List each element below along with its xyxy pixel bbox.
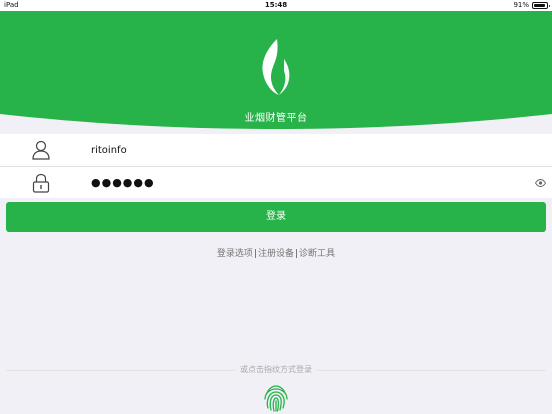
lock-icon <box>32 173 50 193</box>
fingerprint-hint-text: 或点击指纹方式登录 <box>235 365 317 374</box>
user-icon <box>32 140 50 160</box>
header-banner: 业烟财管平台 <box>0 11 552 131</box>
battery-indicator: 91% <box>513 0 550 11</box>
username-row[interactable]: ritoinfo <box>0 134 552 166</box>
app-title: 业烟财管平台 <box>244 113 308 124</box>
username-field[interactable]: ritoinfo <box>91 145 127 156</box>
login-options-link[interactable]: 登录选项 <box>217 249 253 259</box>
battery-icon <box>532 2 550 9</box>
battery-percent: 91% <box>513 1 529 9</box>
eye-icon[interactable] <box>535 178 546 187</box>
clock: 15:48 <box>264 1 288 9</box>
login-form: ritoinfo ●●●●●● <box>0 134 552 198</box>
status-bar: iPad 15:48 91% <box>0 0 552 11</box>
separator: | <box>295 249 299 259</box>
password-field[interactable]: ●●●●●● <box>91 176 155 189</box>
leaf-flame-logo-icon <box>262 39 290 95</box>
fingerprint-hint: 或点击指纹方式登录 <box>0 364 552 376</box>
password-row[interactable]: ●●●●●● <box>0 166 552 198</box>
separator: | <box>253 249 257 259</box>
links-row: 登录选项|注册设备|诊断工具 <box>0 246 552 259</box>
diagnostic-tools-link[interactable]: 诊断工具 <box>299 249 335 259</box>
register-device-link[interactable]: 注册设备 <box>258 249 294 259</box>
login-button[interactable]: 登录 <box>6 202 546 232</box>
fingerprint-icon[interactable] <box>262 384 290 412</box>
